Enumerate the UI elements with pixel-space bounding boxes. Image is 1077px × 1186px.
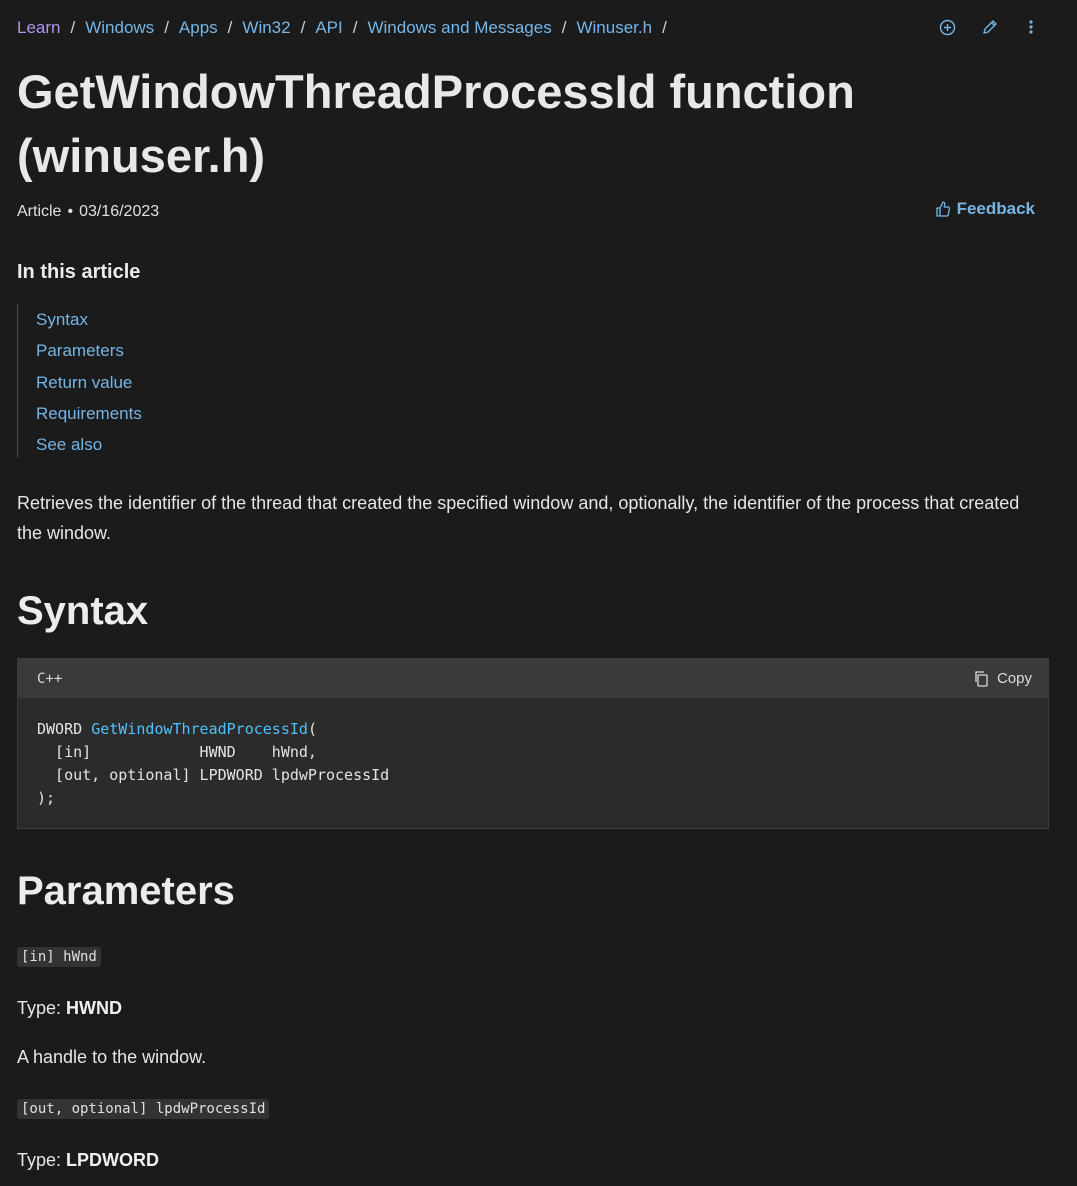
- toc-item-requirements[interactable]: Requirements: [36, 398, 142, 429]
- article-date: 03/16/2023: [79, 203, 160, 220]
- article-type: Article: [17, 203, 62, 220]
- toc-heading: In this article: [17, 261, 141, 283]
- page-title: GetWindowThreadProcessId function (winus…: [17, 65, 855, 182]
- thumbs-up-icon: [935, 201, 950, 217]
- toc-item-return-value[interactable]: Return value: [36, 367, 142, 398]
- article-meta: Article • 03/16/2023: [17, 201, 159, 223]
- type-value: LPDWORD: [66, 1150, 160, 1170]
- breadcrumb-api[interactable]: API: [315, 17, 342, 39]
- code-content: DWORD GetWindowThreadProcessId( [in] HWN…: [18, 698, 1048, 830]
- code-block-header: C++ Copy: [18, 659, 1048, 698]
- code-line: [out, optional] LPDWORD lpdwProcessId: [37, 766, 390, 784]
- breadcrumb: Learn / Windows / Apps / Win32 / API / W…: [17, 17, 677, 39]
- breadcrumb-windows[interactable]: Windows: [85, 17, 154, 39]
- type-label: Type:: [17, 1150, 67, 1170]
- add-collection-icon[interactable]: [937, 16, 957, 38]
- code-line: [in] HWND hWnd,: [37, 743, 317, 761]
- param-name-lpdwprocessid: [out, optional] lpdwProcessId: [17, 1099, 270, 1119]
- breadcrumb-win32[interactable]: Win32: [242, 17, 290, 39]
- page-actions: [937, 16, 1041, 38]
- breadcrumb-separator: /: [352, 18, 358, 37]
- breadcrumb-windows-and-messages[interactable]: Windows and Messages: [367, 17, 551, 39]
- doc-page: Learn / Windows / Apps / Win32 / API / W…: [0, 0, 1077, 1186]
- param-name-hwnd: [in] hWnd: [17, 947, 101, 967]
- breadcrumb-learn[interactable]: Learn: [17, 17, 60, 39]
- toc-item-parameters[interactable]: Parameters: [36, 335, 142, 366]
- param-type-hwnd: Type: HWND: [17, 998, 122, 1019]
- more-options-icon[interactable]: [1021, 16, 1041, 38]
- breadcrumb-separator: /: [227, 18, 233, 37]
- code-return-type: DWORD: [37, 720, 92, 738]
- toc-item-see-also[interactable]: See also: [36, 429, 142, 460]
- type-value: HWND: [66, 998, 123, 1018]
- meta-separator: •: [67, 203, 74, 220]
- feedback-button[interactable]: Feedback: [935, 199, 1035, 219]
- copy-icon: [975, 671, 988, 687]
- param-type-lpdwprocessid: Type: LPDWORD: [17, 1150, 159, 1171]
- breadcrumb-separator: /: [662, 18, 667, 37]
- code-block: C++ Copy DWORD GetWindowThreadProcessId(…: [17, 658, 1049, 829]
- breadcrumb-winuser-h[interactable]: Winuser.h: [576, 17, 652, 39]
- code-line: );: [37, 789, 56, 807]
- edit-icon[interactable]: [979, 16, 999, 38]
- breadcrumb-separator: /: [300, 18, 306, 37]
- function-summary: Retrieves the identifier of the thread t…: [17, 493, 1020, 543]
- breadcrumb-separator: /: [561, 18, 567, 37]
- code-language: C++: [37, 670, 63, 687]
- breadcrumb-separator: /: [70, 18, 76, 37]
- toc-item-syntax[interactable]: Syntax: [36, 304, 142, 335]
- type-label: Type:: [17, 998, 67, 1018]
- feedback-label: Feedback: [956, 199, 1035, 218]
- table-of-contents: Syntax Parameters Return value Requireme…: [17, 304, 142, 458]
- copy-label: Copy: [996, 670, 1032, 687]
- parameters-heading: Parameters: [17, 869, 235, 913]
- param-description-hwnd: A handle to the window.: [17, 1047, 207, 1067]
- code-open-paren: (: [307, 720, 317, 738]
- copy-button[interactable]: Copy: [973, 670, 1032, 687]
- breadcrumb-separator: /: [164, 18, 169, 37]
- code-function-name: GetWindowThreadProcessId: [91, 720, 308, 738]
- breadcrumb-apps[interactable]: Apps: [179, 17, 218, 39]
- syntax-heading: Syntax: [17, 589, 149, 633]
